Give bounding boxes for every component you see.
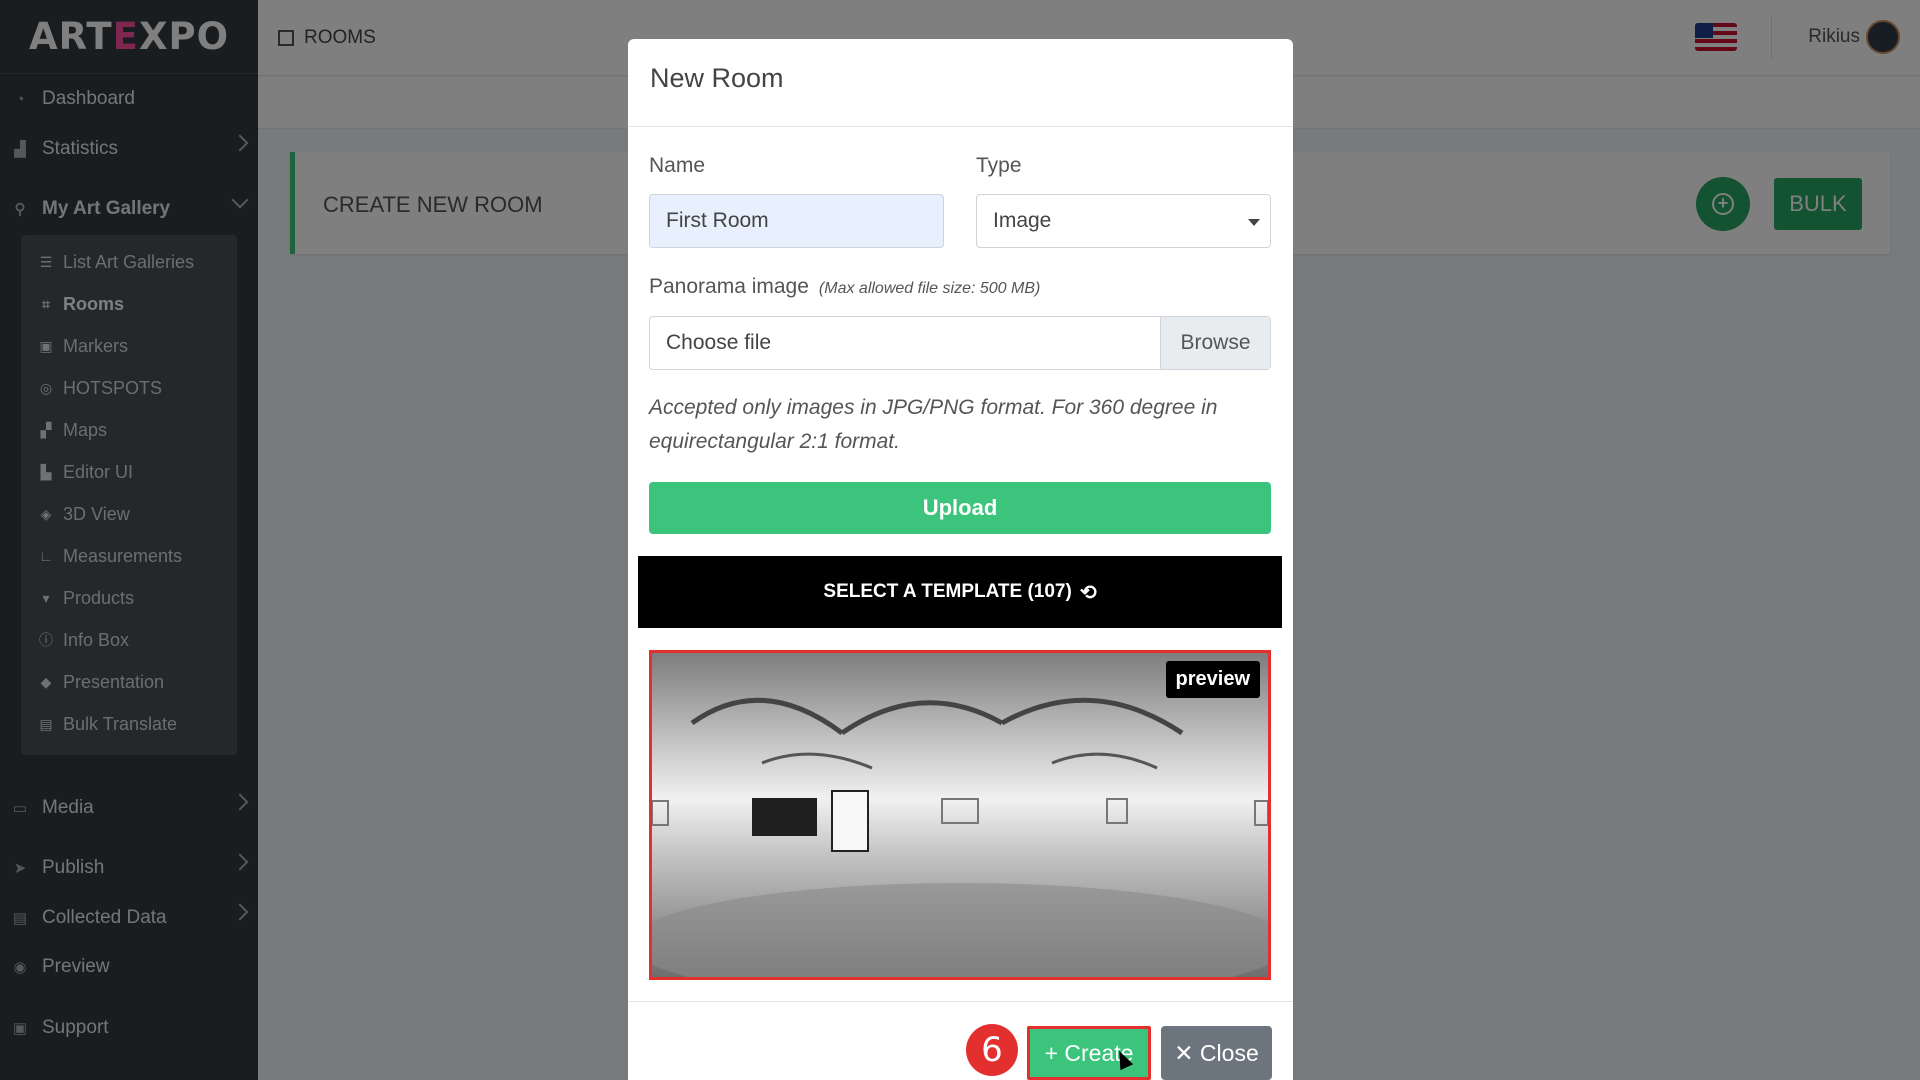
- modal-title: New Room: [628, 39, 1293, 127]
- type-value: Image: [993, 209, 1052, 232]
- select-template-button[interactable]: SELECT A TEMPLATE (107) ⟲: [638, 556, 1282, 628]
- template-label: SELECT A TEMPLATE (107): [823, 581, 1072, 602]
- type-label: Type: [976, 154, 1022, 177]
- panorama-size-note: (Max allowed file size: 500 MB): [818, 280, 1041, 297]
- name-label: Name: [649, 154, 706, 177]
- new-room-modal: New Room Name First Room Type Image Pano…: [628, 39, 1293, 1080]
- name-value: First Room: [666, 209, 769, 232]
- panorama-label: Panorama image (Max allowed file size: 50…: [649, 275, 1040, 299]
- format-help-text: Accepted only images in JPG/PNG format. …: [649, 396, 1218, 453]
- type-select[interactable]: Image: [976, 194, 1271, 248]
- close-button[interactable]: ✕ Close: [1161, 1026, 1272, 1080]
- caret-down-icon: [1248, 219, 1260, 226]
- preview-badge: preview: [1165, 661, 1260, 698]
- panorama-preview: preview: [649, 650, 1271, 980]
- upload-button[interactable]: Upload: [649, 482, 1271, 534]
- panorama-label-text: Panorama image: [649, 275, 809, 298]
- modal-footer-divider: [628, 1001, 1293, 1002]
- create-button[interactable]: + Create: [1027, 1026, 1151, 1080]
- panorama-image: [652, 653, 1268, 977]
- browse-button[interactable]: Browse: [1160, 317, 1270, 369]
- file-placeholder: Choose file: [666, 331, 772, 354]
- history-icon: ⟲: [1079, 581, 1097, 604]
- name-input[interactable]: First Room: [649, 194, 944, 248]
- panorama-file-input[interactable]: Choose file Browse: [649, 316, 1271, 370]
- step-number-badge: 6: [966, 1024, 1018, 1076]
